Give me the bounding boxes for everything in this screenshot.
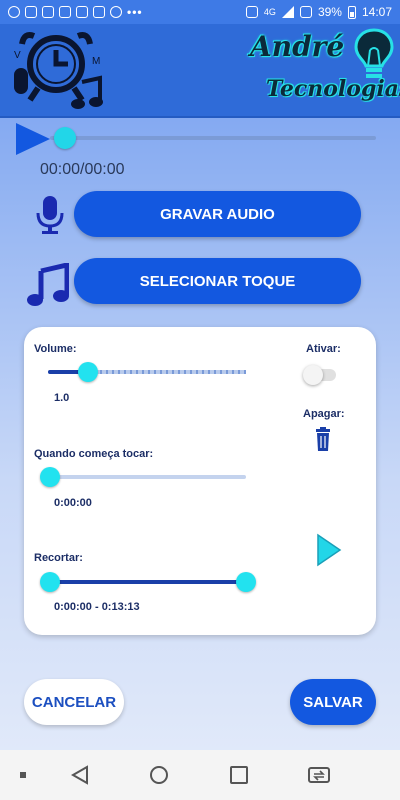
- record-audio-button[interactable]: GRAVAR AUDIO: [74, 191, 361, 237]
- network-type: 4G: [263, 7, 276, 17]
- select-ringtone-button[interactable]: SELECIONAR TOQUE: [74, 258, 361, 304]
- start-time-value: 0:00:00: [54, 497, 92, 509]
- instagram-icon: [76, 6, 88, 18]
- trim-label: Recortar:: [34, 552, 83, 564]
- start-time-track[interactable]: [48, 475, 246, 479]
- no-sim-icon: [299, 6, 312, 18]
- cancel-button[interactable]: CANCELAR: [24, 679, 124, 725]
- mic-icon: [36, 196, 64, 234]
- battery-icon: [347, 5, 356, 19]
- trash-icon[interactable]: [316, 427, 330, 451]
- seek-thumb[interactable]: [54, 127, 76, 149]
- svg-text:M: M: [92, 56, 100, 67]
- status-bar: ••• 4G 39% 14:07: [0, 0, 400, 24]
- svg-text:V: V: [14, 50, 21, 61]
- brand-name: André: [250, 30, 345, 63]
- start-time-label: Quando começa tocar:: [34, 448, 154, 460]
- trim-start-thumb[interactable]: [40, 572, 60, 592]
- recents-icon[interactable]: [229, 765, 249, 785]
- back-icon[interactable]: [70, 765, 90, 785]
- play-preview-icon[interactable]: [316, 533, 342, 567]
- delete-label: Apagar:: [303, 408, 345, 420]
- lightbulb-icon: [354, 28, 394, 78]
- volume-value: 1.0: [54, 392, 70, 404]
- switch-apps-icon[interactable]: [307, 765, 331, 785]
- app-icon: [93, 6, 105, 18]
- battery-percent: 39%: [317, 5, 342, 19]
- clock: 14:07: [361, 5, 392, 19]
- volume-ticks: [94, 370, 246, 374]
- alarm-icon: [110, 6, 122, 18]
- image-icon: [59, 6, 71, 18]
- trim-range-track[interactable]: [50, 580, 246, 584]
- home-icon[interactable]: [149, 765, 169, 785]
- activate-toggle-thumb[interactable]: [303, 365, 323, 385]
- system-navigation-bar: [0, 750, 400, 800]
- playback-time: 00:00/00:00: [40, 161, 125, 178]
- nav-dot-icon: [20, 772, 26, 778]
- ringtone-settings-card: Volume: 1.0 Ativar: Apagar: Quando começ…: [24, 327, 376, 635]
- more-notifications: •••: [127, 5, 143, 19]
- alarm-clock-icon: V M: [14, 32, 103, 109]
- instagram-icon: [42, 6, 54, 18]
- save-button[interactable]: SALVAR: [290, 679, 376, 725]
- instagram-icon: [25, 6, 37, 18]
- trim-range-value: 0:00:00 - 0:13:13: [54, 601, 140, 613]
- activate-label: Ativar:: [306, 343, 341, 355]
- start-time-thumb[interactable]: [40, 467, 60, 487]
- seek-bar[interactable]: [50, 136, 376, 140]
- vibrate-icon: [245, 6, 258, 18]
- volume-label: Volume:: [34, 343, 77, 355]
- volume-thumb[interactable]: [78, 362, 98, 382]
- app-header: V M André Tecnologias: [0, 24, 400, 118]
- signal-icon: [281, 6, 294, 18]
- trim-end-thumb[interactable]: [236, 572, 256, 592]
- music-note-icon: [27, 263, 69, 306]
- whatsapp-icon: [8, 6, 20, 18]
- play-icon[interactable]: [14, 122, 50, 156]
